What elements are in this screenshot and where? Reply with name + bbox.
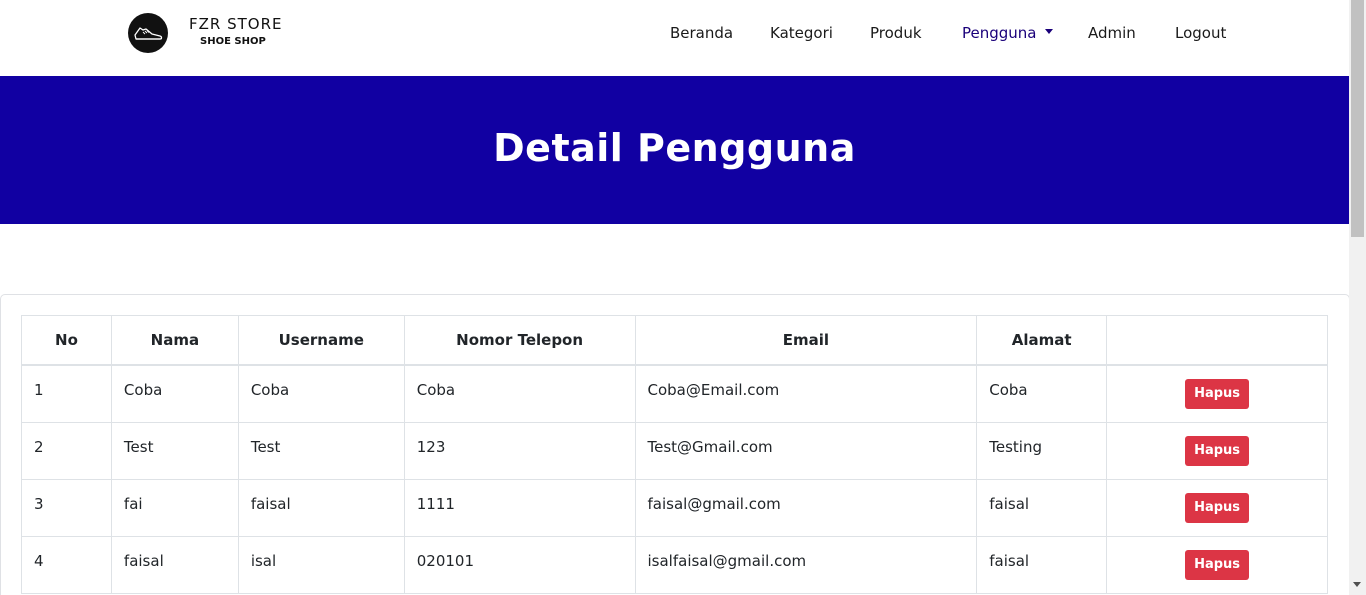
cell-telepon: 123 [403, 422, 636, 480]
table-row: 4 faisal isal 020101 isalfaisal@gmail.co… [21, 536, 1328, 594]
cell-username: faisal [237, 479, 405, 537]
cell-no: 1 [21, 364, 112, 423]
scroll-down-arrow-icon[interactable] [1353, 582, 1361, 587]
nav-pengguna-dropdown[interactable]: Pengguna [962, 24, 1053, 42]
page-banner: Detail Pengguna [0, 76, 1349, 224]
cell-action: Hapus [1106, 364, 1328, 423]
scrollbar-thumb[interactable] [1351, 0, 1364, 237]
table-row: 1 Coba Coba Coba Coba@Email.com Coba Hap… [21, 364, 1328, 423]
page: FZR STORE SHOE SHOP Beranda Kategori Pro… [0, 0, 1349, 595]
page-title: Detail Pengguna [493, 126, 856, 170]
cell-email: faisal@gmail.com [634, 479, 978, 537]
cell-email: Test@Gmail.com [634, 422, 978, 480]
vertical-scrollbar[interactable] [1349, 0, 1366, 595]
col-header-alamat: Alamat [976, 315, 1108, 366]
cell-telepon: 1111 [403, 479, 636, 537]
cell-action: Hapus [1106, 422, 1328, 480]
cell-telepon: 020101 [403, 536, 636, 594]
col-header-email: Email [634, 315, 978, 366]
nav-pengguna-label: Pengguna [962, 24, 1037, 42]
brand-subtitle: SHOE SHOP [200, 36, 266, 47]
cell-no: 4 [21, 536, 112, 594]
cell-email: Coba@Email.com [634, 364, 978, 423]
cell-telepon: Coba [403, 364, 636, 423]
col-header-username: Username [237, 315, 405, 366]
users-table: No Nama Username Nomor Telepon Email Ala… [21, 315, 1328, 594]
brand-title[interactable]: FZR STORE [189, 15, 283, 33]
col-header-no: No [21, 315, 112, 366]
nav-beranda[interactable]: Beranda [670, 24, 733, 42]
hapus-button[interactable]: Hapus [1185, 436, 1250, 466]
nav-admin[interactable]: Admin [1088, 24, 1136, 42]
cell-no: 3 [21, 479, 112, 537]
cell-alamat: faisal [976, 536, 1108, 594]
cell-username: Test [237, 422, 405, 480]
cell-alamat: faisal [976, 479, 1108, 537]
table-row: 2 Test Test 123 Test@Gmail.com Testing H… [21, 422, 1328, 480]
nav-logout[interactable]: Logout [1175, 24, 1226, 42]
col-header-action [1106, 315, 1328, 366]
cell-username: isal [237, 536, 405, 594]
col-header-telepon: Nomor Telepon [403, 315, 636, 366]
hapus-button[interactable]: Hapus [1185, 379, 1250, 409]
cell-nama: faisal [110, 536, 239, 594]
cell-action: Hapus [1106, 479, 1328, 537]
col-header-nama: Nama [110, 315, 239, 366]
cell-alamat: Testing [976, 422, 1108, 480]
sneaker-icon[interactable] [128, 13, 168, 53]
hapus-button[interactable]: Hapus [1185, 550, 1250, 580]
cell-username: Coba [237, 364, 405, 423]
table-row: 3 fai faisal 1111 faisal@gmail.com faisa… [21, 479, 1328, 537]
cell-no: 2 [21, 422, 112, 480]
hapus-button[interactable]: Hapus [1185, 493, 1250, 523]
nav-kategori[interactable]: Kategori [770, 24, 833, 42]
cell-nama: Test [110, 422, 239, 480]
nav-produk[interactable]: Produk [870, 24, 922, 42]
navbar: FZR STORE SHOE SHOP Beranda Kategori Pro… [0, 0, 1349, 76]
cell-nama: fai [110, 479, 239, 537]
table-header: No Nama Username Nomor Telepon Email Ala… [21, 315, 1328, 366]
cell-alamat: Coba [976, 364, 1108, 423]
cell-action: Hapus [1106, 536, 1328, 594]
caret-down-icon [1044, 29, 1053, 34]
cell-nama: Coba [110, 364, 239, 423]
cell-email: isalfaisal@gmail.com [634, 536, 978, 594]
